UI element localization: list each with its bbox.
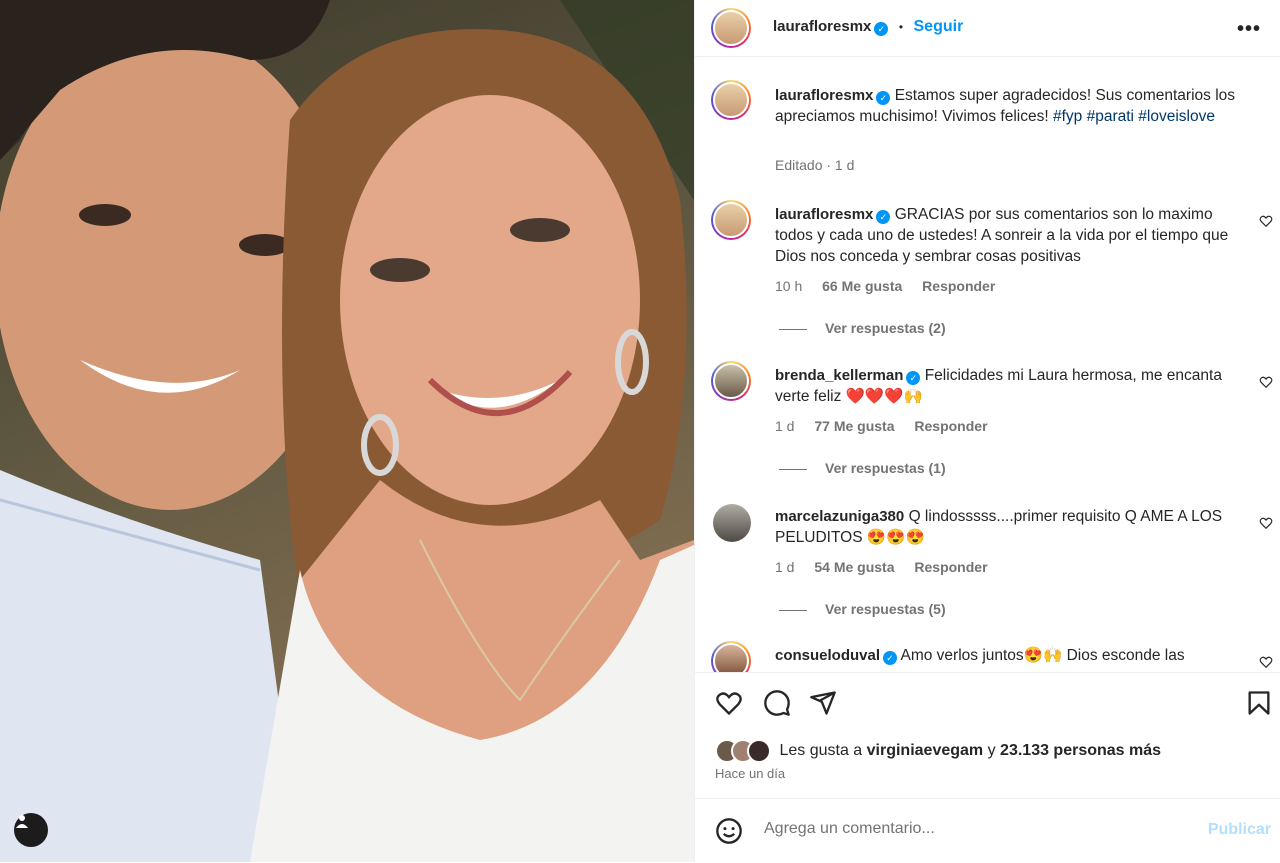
comment-avatar[interactable]: [711, 200, 751, 240]
author-username[interactable]: laurafloresmx: [773, 18, 871, 35]
likes-prefix: Les gusta a: [779, 742, 863, 760]
follow-button[interactable]: Seguir: [914, 18, 964, 35]
comment-text: laurafloresmx ✓ GRACIAS por sus comentari…: [775, 204, 1235, 267]
share-icon[interactable]: [809, 689, 837, 717]
like-comment-icon[interactable]: [1259, 655, 1273, 669]
like-heart-icon[interactable]: [715, 689, 743, 717]
comment-icon[interactable]: [763, 689, 791, 717]
verified-icon: ✓: [906, 371, 921, 385]
view-replies-button[interactable]: Ver respuestas (5): [779, 601, 946, 617]
post-header: laurafloresmx ✓ • Seguir •••: [695, 0, 1280, 57]
liker-avatars: [715, 739, 775, 763]
hashtag-link[interactable]: #loveislove: [1138, 108, 1215, 125]
post-actions: Les gusta a virginiaevegam y 23.133 pers…: [695, 672, 1280, 799]
comment-avatar[interactable]: [711, 641, 751, 672]
tagged-user-icon[interactable]: [14, 813, 48, 847]
publish-button[interactable]: Publicar: [1208, 821, 1271, 839]
comment-username[interactable]: laurafloresmx: [775, 206, 873, 223]
comment-time: 1 d: [775, 559, 795, 575]
like-comment-icon[interactable]: [1259, 375, 1273, 389]
reply-button[interactable]: Responder: [914, 418, 987, 434]
comment-meta: 10 h 66 Me gusta Responder: [775, 278, 995, 294]
view-replies-button[interactable]: Ver respuestas (2): [779, 320, 946, 336]
like-comment-icon[interactable]: [1259, 516, 1273, 530]
verified-icon: ✓: [876, 210, 891, 224]
likes-conj: y: [987, 742, 996, 760]
like-comment-icon[interactable]: [1259, 214, 1273, 228]
likes-count[interactable]: 23.133 personas más: [1000, 742, 1161, 759]
comments-list[interactable]: laurafloresmx ✓ Estamos super agradecidos…: [695, 57, 1280, 672]
separator: •: [898, 20, 904, 34]
hashtag-link[interactable]: #parati: [1087, 108, 1134, 125]
comment-username[interactable]: marcelazuniga380: [775, 508, 904, 525]
comment-body: Amo verlos juntos😍🙌 Dios esconde las: [900, 647, 1185, 664]
comment-avatar[interactable]: [713, 504, 751, 542]
comment-username[interactable]: brenda_kellerman: [775, 367, 903, 384]
comment-text: brenda_kellerman ✓ Felicidades mi Laura h…: [775, 365, 1235, 407]
comment-time: 10 h: [775, 278, 803, 294]
caption-username[interactable]: laurafloresmx: [775, 87, 873, 104]
comment-likes[interactable]: 54 Me gusta: [814, 559, 894, 575]
selfie-image: [0, 0, 694, 862]
comment-username[interactable]: consueloduval: [775, 647, 880, 664]
author-avatar[interactable]: [711, 8, 751, 48]
emoji-icon[interactable]: [715, 817, 743, 845]
post-date: Hace un día: [715, 766, 786, 781]
bookmark-icon[interactable]: [1245, 689, 1273, 717]
post-panel: laurafloresmx ✓ • Seguir ••• laurafloresm…: [694, 0, 1280, 862]
caption-avatar[interactable]: [711, 80, 751, 120]
likes-user[interactable]: virginiaevegam: [867, 742, 984, 759]
comment-meta: 1 d 54 Me gusta Responder: [775, 559, 988, 575]
verified-icon: ✓: [874, 22, 889, 36]
likes-summary[interactable]: Les gusta a virginiaevegam y 23.133 pers…: [715, 739, 1161, 763]
reply-button[interactable]: Responder: [914, 559, 987, 575]
comment-text: marcelazuniga380 Q lindosssss....primer …: [775, 506, 1235, 548]
comment-likes[interactable]: 77 Me gusta: [814, 418, 894, 434]
comment-input[interactable]: [762, 819, 1186, 839]
hashtag-link[interactable]: #fyp: [1053, 108, 1082, 125]
more-horizontal-icon[interactable]: •••: [1237, 18, 1261, 41]
comment-meta: 1 d 77 Me gusta Responder: [775, 418, 988, 434]
comment-likes[interactable]: 66 Me gusta: [822, 278, 902, 294]
verified-icon: ✓: [876, 91, 891, 105]
post-photo[interactable]: [0, 0, 694, 862]
caption-meta: Editado · 1 d: [775, 157, 855, 173]
comment-composer: Publicar: [695, 798, 1280, 863]
comment-time: 1 d: [775, 418, 795, 434]
comment-text: consueloduval ✓ Amo verlos juntos😍🙌 Dios …: [775, 645, 1235, 666]
reply-button[interactable]: Responder: [922, 278, 995, 294]
view-replies-button[interactable]: Ver respuestas (1): [779, 460, 946, 476]
caption-text: laurafloresmx ✓ Estamos super agradecidos…: [775, 85, 1235, 127]
comment-avatar[interactable]: [711, 361, 751, 401]
verified-icon: ✓: [883, 651, 898, 665]
